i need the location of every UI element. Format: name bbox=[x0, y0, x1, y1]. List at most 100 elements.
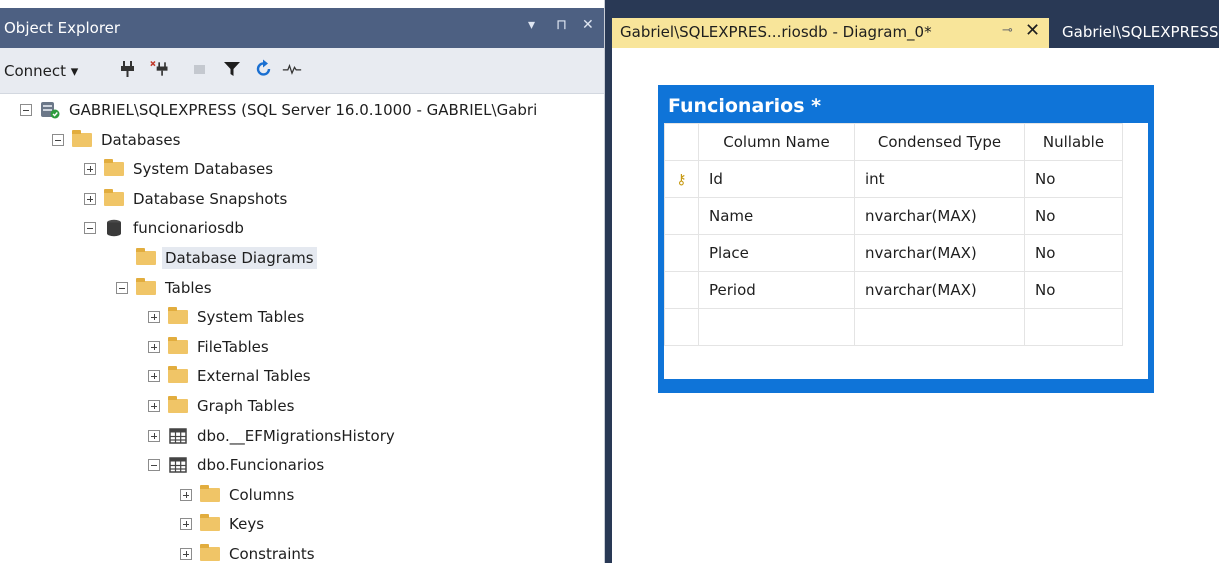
expand-icon[interactable] bbox=[180, 488, 192, 501]
collapse-icon[interactable] bbox=[148, 459, 160, 472]
pin-icon[interactable]: ⊓ bbox=[556, 17, 567, 33]
column-nullable-cell[interactable]: No bbox=[1024, 197, 1123, 235]
tree-node-label: Tables bbox=[165, 278, 212, 297]
tab-diagram[interactable]: Gabriel\SQLEXPRES...riosdb - Diagram_0* … bbox=[612, 18, 1049, 48]
column-nullable-cell[interactable]: No bbox=[1024, 271, 1123, 309]
row-selector[interactable] bbox=[664, 197, 699, 235]
tree-node[interactable]: External Tables bbox=[148, 362, 314, 390]
table-icon bbox=[169, 427, 187, 444]
column-nullable-cell[interactable]: No bbox=[1024, 160, 1123, 198]
document-tab-bar: Gabriel\SQLEXPRES...riosdb - Diagram_0* … bbox=[612, 8, 1219, 48]
dropdown-icon[interactable]: ▾ bbox=[528, 17, 535, 33]
folder-icon bbox=[168, 307, 188, 325]
collapse-icon[interactable] bbox=[52, 133, 64, 146]
primary-key-icon: ⚷ bbox=[676, 172, 687, 188]
table-row[interactable]: Period nvarchar(MAX) No bbox=[664, 271, 1123, 309]
column-name-cell[interactable]: Name bbox=[698, 197, 855, 235]
connect-plug-icon[interactable] bbox=[118, 58, 138, 80]
row-selector[interactable] bbox=[664, 271, 699, 309]
expand-icon[interactable] bbox=[148, 400, 160, 412]
table-icon bbox=[169, 457, 187, 473]
diagram-canvas[interactable]: Funcionarios * Column Name Condensed Type… bbox=[612, 48, 1219, 563]
column-name-cell[interactable]: Period bbox=[698, 271, 855, 309]
tree-node[interactable]: FileTables bbox=[148, 333, 272, 361]
tree-node[interactable]: Database Snapshots bbox=[84, 185, 290, 213]
tree-node[interactable]: Columns bbox=[180, 481, 297, 509]
folder-icon bbox=[168, 366, 188, 384]
tree-node[interactable]: Keys bbox=[180, 510, 267, 538]
tree-node-label: FileTables bbox=[197, 337, 269, 356]
diagram-table-funcionarios[interactable]: Funcionarios * Column Name Condensed Type… bbox=[658, 85, 1154, 393]
empty-cell[interactable] bbox=[698, 308, 855, 346]
close-icon[interactable]: ✕ bbox=[582, 17, 594, 33]
folder-icon bbox=[168, 396, 188, 413]
column-header[interactable]: Nullable bbox=[1024, 123, 1123, 161]
tab-close-icon[interactable]: ✕ bbox=[1025, 20, 1040, 41]
row-selector-header bbox=[664, 123, 699, 161]
column-type-cell[interactable]: int bbox=[854, 160, 1025, 198]
tree-node-label: External Tables bbox=[197, 367, 311, 386]
empty-cell[interactable] bbox=[1024, 308, 1123, 346]
database-icon bbox=[107, 220, 121, 237]
column-name-cell[interactable]: Id bbox=[698, 160, 855, 198]
tree-node[interactable]: dbo.__EFMigrationsHistory bbox=[148, 422, 398, 450]
tree-node-label: Columns bbox=[229, 485, 295, 504]
tree-node[interactable]: System Tables bbox=[148, 303, 307, 331]
tree-node[interactable]: Constraints bbox=[180, 540, 318, 563]
collapse-icon[interactable] bbox=[116, 281, 128, 294]
empty-cell[interactable] bbox=[664, 308, 699, 346]
folder-icon bbox=[200, 514, 220, 532]
expand-icon[interactable] bbox=[148, 429, 160, 442]
collapse-icon[interactable] bbox=[20, 104, 32, 116]
expand-icon[interactable] bbox=[180, 518, 192, 531]
folder-icon bbox=[136, 277, 156, 295]
tree-node[interactable]: funcionariosdb bbox=[84, 214, 247, 242]
column-type-cell[interactable]: nvarchar(MAX) bbox=[854, 271, 1025, 309]
table-row[interactable]: ⚷ Id int No bbox=[664, 160, 1123, 198]
empty-new-row[interactable] bbox=[664, 308, 1123, 346]
table-row[interactable]: Place nvarchar(MAX) No bbox=[664, 234, 1123, 272]
table-row[interactable]: Name nvarchar(MAX) No bbox=[664, 197, 1123, 235]
expand-icon[interactable] bbox=[180, 548, 192, 560]
tree-node-label: System Databases bbox=[133, 160, 274, 179]
tree-node[interactable]: Graph Tables bbox=[148, 392, 297, 420]
row-selector[interactable] bbox=[664, 234, 699, 272]
folder-icon bbox=[136, 248, 156, 265]
filter-icon[interactable] bbox=[222, 58, 242, 80]
tree-node[interactable]: Tables bbox=[116, 274, 215, 302]
expand-icon[interactable] bbox=[148, 340, 160, 353]
column-name-cell[interactable]: Place bbox=[698, 234, 855, 272]
expand-icon[interactable] bbox=[84, 163, 96, 176]
tree-node[interactable]: System Databases bbox=[84, 155, 276, 183]
collapse-icon[interactable] bbox=[84, 222, 96, 235]
tree-node[interactable]: dbo.Funcionarios bbox=[148, 451, 327, 479]
activity-monitor-icon[interactable] bbox=[282, 58, 302, 80]
tree-node-label: Database Diagrams bbox=[162, 247, 317, 269]
empty-cell[interactable] bbox=[854, 308, 1025, 346]
expand-icon[interactable] bbox=[84, 192, 96, 205]
tab-second-label: Gabriel\SQLEXPRESS bbox=[1062, 23, 1219, 41]
expand-icon[interactable] bbox=[148, 370, 160, 383]
tab-second[interactable]: Gabriel\SQLEXPRESS bbox=[1054, 18, 1219, 48]
tree-node[interactable]: GABRIEL\SQLEXPRESS (SQL Server 16.0.1000… bbox=[20, 96, 540, 124]
stop-icon[interactable] bbox=[190, 58, 210, 80]
column-header[interactable]: Column Name bbox=[698, 123, 855, 161]
tree-node[interactable]: Database Diagrams bbox=[116, 244, 317, 272]
column-type-cell[interactable]: nvarchar(MAX) bbox=[854, 234, 1025, 272]
row-selector[interactable]: ⚷ bbox=[664, 160, 699, 198]
explorer-toolbar: Connect ▾ bbox=[0, 48, 604, 94]
column-header[interactable]: Condensed Type bbox=[854, 123, 1025, 161]
tree-node[interactable]: Databases bbox=[52, 126, 183, 154]
column-nullable-cell[interactable]: No bbox=[1024, 234, 1123, 272]
grid-header-row: Column Name Condensed Type Nullable bbox=[664, 123, 1123, 161]
disconnect-plug-icon[interactable] bbox=[150, 58, 170, 80]
refresh-icon[interactable] bbox=[254, 58, 274, 80]
column-type-cell[interactable]: nvarchar(MAX) bbox=[854, 197, 1025, 235]
object-explorer-title: Object Explorer bbox=[4, 19, 121, 37]
tree-node-label: dbo.__EFMigrationsHistory bbox=[197, 426, 395, 445]
connect-button[interactable]: Connect ▾ bbox=[4, 62, 78, 80]
tab-pin-icon[interactable]: ⊸ bbox=[1002, 23, 1013, 38]
column-grid: Column Name Condensed Type Nullable ⚷ Id int N… bbox=[664, 123, 1123, 346]
expand-icon[interactable] bbox=[148, 311, 160, 324]
folder-icon bbox=[72, 129, 92, 147]
